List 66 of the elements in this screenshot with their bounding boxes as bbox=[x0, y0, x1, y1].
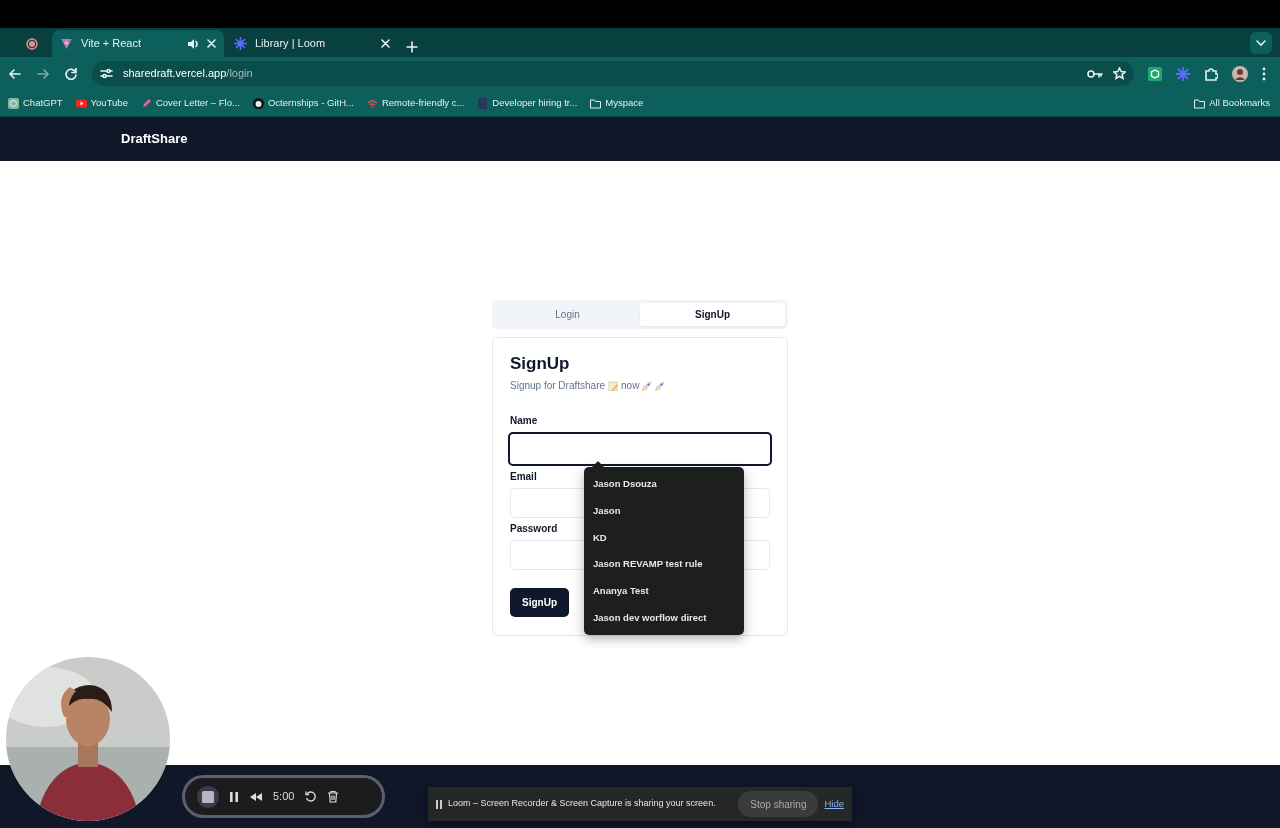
memo-icon bbox=[608, 380, 619, 391]
rewind-icon[interactable] bbox=[249, 791, 263, 802]
url-text: sharedraft.vercel.app/login bbox=[123, 66, 253, 82]
field-label: Email bbox=[510, 470, 537, 485]
folder-icon bbox=[1194, 97, 1206, 109]
trash-icon[interactable] bbox=[327, 790, 340, 803]
auth-tab[interactable]: SignUp bbox=[640, 303, 785, 326]
avatar-icon[interactable] bbox=[1232, 65, 1248, 82]
signup-button[interactable]: SignUp bbox=[510, 588, 569, 618]
browser-tab[interactable]: Vite + React bbox=[52, 30, 224, 57]
vite-icon bbox=[60, 37, 73, 50]
suggestion-item[interactable]: Jason dev worflow direct bbox=[584, 604, 744, 632]
subtitle-text: Signup for Draftshare bbox=[510, 379, 606, 394]
suggestion-item[interactable]: KD bbox=[584, 524, 744, 552]
tab-search-icon[interactable] bbox=[1250, 32, 1272, 54]
bookmark[interactable]: All Bookmarks bbox=[1194, 95, 1270, 111]
suggestion-item[interactable]: Jason Dsouza bbox=[584, 471, 744, 498]
close-icon[interactable] bbox=[207, 39, 216, 48]
page-icon bbox=[477, 97, 489, 109]
site-settings-icon[interactable] bbox=[100, 67, 113, 80]
video-icon bbox=[75, 97, 87, 109]
stop-sharing-button[interactable]: Stop sharing bbox=[738, 791, 819, 817]
app-icon bbox=[8, 97, 19, 109]
speaker-icon[interactable] bbox=[187, 37, 199, 50]
pen-icon bbox=[140, 97, 152, 109]
form-title: SignUp bbox=[510, 354, 571, 375]
bookmark[interactable]: Octernships - GitH... bbox=[252, 95, 354, 111]
flower-icon bbox=[234, 37, 247, 50]
close-icon[interactable] bbox=[381, 39, 390, 48]
bookmark[interactable]: Developer hiring tr... bbox=[477, 95, 578, 111]
bookmark[interactable]: ChatGPT bbox=[8, 95, 63, 111]
suggestion-item[interactable]: Ananya Test bbox=[584, 577, 744, 605]
input-field[interactable] bbox=[508, 432, 772, 467]
hide-link[interactable]: Hide bbox=[824, 796, 844, 812]
pause-icon bbox=[436, 799, 442, 809]
key-icon[interactable] bbox=[1087, 67, 1103, 80]
field-label: Password bbox=[510, 522, 558, 537]
bookmark[interactable]: Cover Letter – Flo... bbox=[140, 95, 240, 111]
bookmark[interactable]: Myspace bbox=[590, 95, 644, 111]
bookmark[interactable]: Remote-friendly c... bbox=[366, 95, 465, 111]
reload-icon[interactable] bbox=[64, 66, 78, 81]
star-icon[interactable] bbox=[1113, 67, 1126, 80]
address-bar[interactable]: sharedraft.vercel.app/login bbox=[92, 61, 1134, 86]
menu-icon[interactable] bbox=[1262, 66, 1266, 81]
field-label: Name bbox=[510, 414, 538, 429]
timer-text: 5:00 bbox=[273, 789, 295, 805]
subtitle-text: now bbox=[621, 379, 640, 394]
suggestion-item[interactable]: Jason bbox=[584, 497, 744, 525]
browser-tab[interactable]: Library | Loom bbox=[226, 30, 398, 57]
stop-icon[interactable] bbox=[197, 785, 219, 808]
brand-name[interactable]: DraftShare bbox=[121, 129, 188, 149]
forward-icon[interactable] bbox=[36, 66, 50, 81]
puzzle-icon[interactable] bbox=[1204, 66, 1218, 81]
suggestion-item[interactable]: Jason REVAMP test rule bbox=[584, 551, 744, 578]
folder-icon bbox=[590, 97, 602, 109]
rocket-icon bbox=[655, 380, 666, 391]
auth-tab[interactable]: Login bbox=[495, 303, 640, 326]
pause-icon[interactable] bbox=[229, 790, 239, 803]
extension-icon[interactable] bbox=[1148, 66, 1162, 81]
signal-icon bbox=[366, 97, 378, 109]
recording-icon[interactable] bbox=[26, 37, 38, 50]
rocket-icon bbox=[642, 380, 653, 391]
sharing-message: Loom – Screen Recorder & Screen Capture is sharing your screen. bbox=[448, 797, 716, 811]
back-icon[interactable] bbox=[8, 66, 22, 81]
bookmark[interactable]: YouTube bbox=[75, 95, 128, 111]
restart-icon[interactable] bbox=[304, 790, 318, 803]
